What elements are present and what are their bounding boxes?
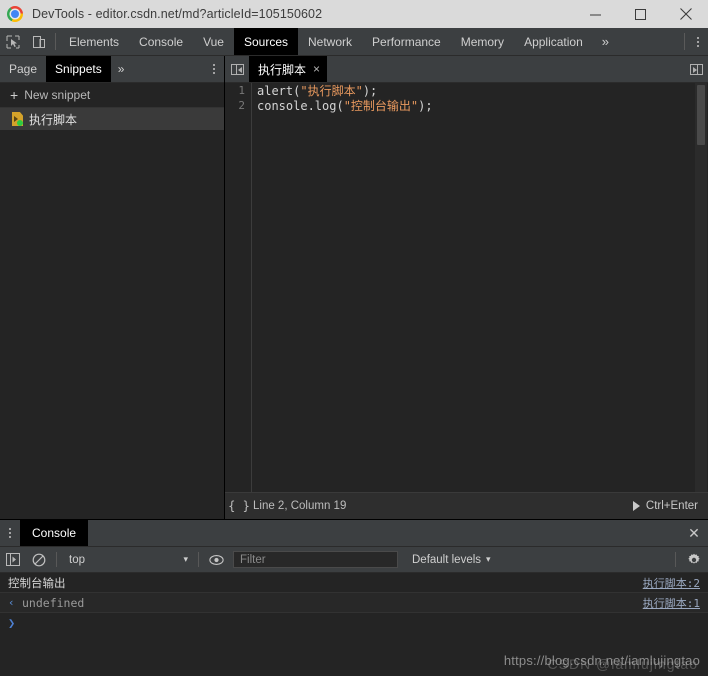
execution-context-select[interactable]: top ▾	[61, 554, 194, 566]
code-token-string: "执行脚本"	[300, 84, 363, 98]
tab-vue[interactable]: Vue	[193, 28, 234, 55]
run-shortcut-label: Ctrl+Enter	[645, 500, 698, 512]
clear-console-icon[interactable]	[26, 547, 52, 572]
console-message-result[interactable]: ‹ undefined 执行脚本:1	[0, 593, 708, 613]
console-message-list[interactable]: 控制台输出 执行脚本:2 ‹ undefined 执行脚本:1 ❯	[0, 573, 708, 668]
tabbar-spacer	[618, 28, 681, 55]
navigator-tab-page[interactable]: Page	[0, 56, 46, 82]
console-sidebar-icon[interactable]	[0, 547, 26, 572]
editor-tab-active[interactable]: 执行脚本 ×	[249, 56, 328, 82]
devtools-tabbar: Elements Console Vue Sources Network Per…	[0, 28, 708, 56]
toolbar-divider	[55, 33, 56, 50]
plus-icon: +	[10, 87, 19, 103]
result-arrow-icon: ‹	[8, 596, 15, 609]
kebab-menu-icon[interactable]	[688, 28, 708, 55]
run-snippet-button[interactable]: Ctrl+Enter	[632, 500, 708, 512]
editor-pane: 执行脚本 × 1 alert("执行脚本"); 2 console.log("控…	[225, 56, 708, 519]
console-drawer: Console ✕ top ▾ Filter Default levels ▾ …	[0, 519, 708, 668]
tabbar-divider-right	[684, 33, 685, 50]
navigator-kebab-menu-icon[interactable]	[204, 56, 224, 82]
line-content: console.log("控制台输出");	[251, 97, 433, 114]
code-token: console.log(	[257, 99, 344, 113]
devtools-window: DevTools - editor.csdn.net/md?articleId=…	[0, 0, 708, 676]
minimize-button[interactable]	[573, 0, 618, 28]
tab-performance[interactable]: Performance	[362, 28, 451, 55]
navigator-more-chevron-icon[interactable]: »	[111, 56, 132, 82]
navigator-tabbar-spacer	[131, 56, 204, 82]
window-title: DevTools - editor.csdn.net/md?articleId=…	[32, 7, 323, 21]
window-controls	[573, 0, 708, 28]
more-tabs-chevron-icon[interactable]: »	[593, 28, 618, 55]
new-snippet-button[interactable]: + New snippet	[0, 83, 224, 108]
gutter-divider	[251, 83, 252, 492]
inspect-element-icon[interactable]	[0, 28, 26, 55]
window-titlebar: DevTools - editor.csdn.net/md?articleId=…	[0, 0, 708, 28]
code-line: 1 alert("执行脚本");	[225, 83, 708, 98]
show-sidebar-icon[interactable]	[684, 56, 708, 82]
chevron-down-icon: ▾	[183, 554, 188, 564]
live-expression-icon[interactable]	[203, 547, 229, 572]
editor-tab-label: 执行脚本	[258, 62, 307, 77]
chrome-logo-icon	[7, 6, 23, 22]
tab-console[interactable]: Console	[129, 28, 193, 55]
code-token: );	[418, 99, 433, 113]
tab-application[interactable]: Application	[514, 28, 593, 55]
console-message-source-link[interactable]: 执行脚本:2	[643, 575, 708, 591]
line-number: 1	[238, 84, 245, 97]
navigator-tab-snippets[interactable]: Snippets	[46, 56, 111, 82]
drawer-tabbar-spacer	[88, 520, 680, 546]
drawer-tab-console[interactable]: Console	[20, 520, 89, 546]
close-drawer-icon[interactable]: ✕	[680, 520, 708, 546]
toolbar-divider	[198, 552, 199, 567]
pretty-print-icon[interactable]: { }	[225, 499, 253, 513]
console-message-log[interactable]: 控制台输出 执行脚本:2	[0, 573, 708, 593]
play-icon	[632, 501, 640, 511]
editor-status-bar: { } Line 2, Column 19 Ctrl+Enter	[225, 492, 708, 519]
tab-elements[interactable]: Elements	[59, 28, 129, 55]
cursor-position: Line 2, Column 19	[253, 500, 347, 512]
maximize-button[interactable]	[618, 0, 663, 28]
execution-context-value: top	[69, 553, 85, 566]
code-editor[interactable]: 1 alert("执行脚本"); 2 console.log("控制台输出");	[225, 83, 708, 492]
drawer-kebab-menu-icon[interactable]	[0, 520, 20, 546]
code-token-string: "控制台输出"	[343, 99, 419, 113]
new-snippet-label: New snippet	[24, 88, 91, 102]
code-token: );	[362, 84, 378, 98]
list-item[interactable]: 执行脚本	[0, 108, 224, 130]
navigator-pane: Page Snippets » + New snippet 执行脚本	[0, 56, 225, 519]
device-toolbar-icon[interactable]	[26, 28, 52, 55]
console-toolbar: top ▾ Filter Default levels ▾	[0, 547, 708, 573]
editor-scrollbar[interactable]	[695, 83, 707, 492]
line-number: 2	[238, 99, 245, 112]
toolbar-divider	[675, 552, 676, 567]
close-button[interactable]	[663, 0, 708, 28]
tab-network[interactable]: Network	[298, 28, 362, 55]
console-filter-input[interactable]: Filter	[233, 551, 398, 568]
chevron-down-icon: ▾	[486, 554, 491, 564]
tab-memory[interactable]: Memory	[451, 28, 514, 55]
gear-icon[interactable]	[680, 553, 708, 567]
log-levels-label: Default levels	[412, 553, 482, 566]
console-result-text: undefined	[22, 595, 85, 610]
scrollbar-thumb[interactable]	[697, 85, 705, 145]
prompt-caret-icon: ❯	[8, 616, 16, 630]
editor-tabbar-spacer	[327, 56, 684, 82]
tab-sources[interactable]: Sources	[233, 28, 298, 55]
code-token: alert(	[257, 84, 301, 98]
console-message-text: 控制台输出	[8, 575, 66, 590]
console-prompt[interactable]: ❯	[0, 613, 708, 633]
sources-panel: Page Snippets » + New snippet 执行脚本 执行脚本 …	[0, 56, 708, 519]
snippet-name: 执行脚本	[29, 112, 78, 127]
close-icon[interactable]: ×	[313, 63, 320, 75]
drawer-tabbar: Console ✕	[0, 520, 708, 547]
editor-tabbar: 执行脚本 ×	[225, 56, 708, 83]
show-navigator-icon[interactable]	[225, 56, 249, 82]
toolbar-divider	[56, 552, 57, 567]
log-levels-select[interactable]: Default levels ▾	[398, 554, 491, 566]
filter-placeholder: Filter	[240, 553, 266, 566]
navigator-tabbar: Page Snippets »	[0, 56, 224, 83]
console-message-source-link[interactable]: 执行脚本:1	[643, 595, 708, 611]
code-line: 2 console.log("控制台输出");	[225, 98, 708, 113]
snippet-file-icon	[12, 112, 23, 126]
